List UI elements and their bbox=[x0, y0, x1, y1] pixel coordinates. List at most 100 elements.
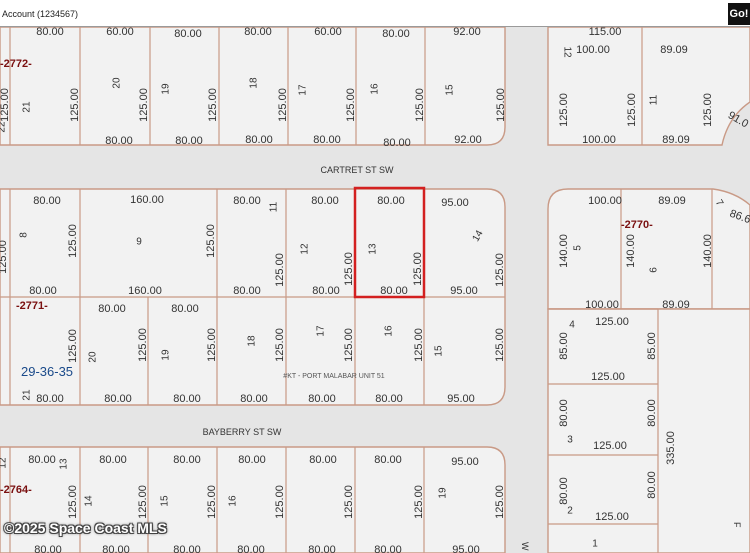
dimension-r2-side-6: 125.00 bbox=[413, 328, 425, 362]
lot-r2-16: 16 bbox=[384, 325, 395, 337]
dimension-r0-side-6: 125.00 bbox=[345, 88, 357, 122]
dimension-e2-side-1: 85.00 bbox=[558, 332, 570, 360]
dimension-e2-side-4: 80.00 bbox=[646, 399, 658, 427]
dimension-r1-side-6: 125.00 bbox=[412, 252, 424, 286]
lot-r1-12: 12 bbox=[300, 243, 311, 255]
street-bayberry: BAYBERRY ST SW bbox=[203, 427, 282, 437]
dimension-r0-top-5: 60.00 bbox=[314, 27, 342, 38]
dimension-r1-side-5: 125.00 bbox=[343, 252, 355, 286]
lot-e0-11: 11 bbox=[649, 94, 660, 105]
block-label-2771: -2771- bbox=[16, 300, 48, 312]
dimension-e0-side-2: 125.00 bbox=[626, 93, 638, 127]
dimension-r1-side-3: 125.00 bbox=[205, 224, 217, 258]
dimension-e2-mid-3: 125.00 bbox=[595, 511, 629, 523]
dimension-e2-long: 335.00 bbox=[665, 431, 677, 465]
dimension-r3-side-4: 125.00 bbox=[274, 485, 286, 519]
dimension-e1-side-2: 140.00 bbox=[625, 234, 637, 268]
lot-r2-20: 20 bbox=[88, 351, 99, 363]
lot-e2-2: 2 bbox=[567, 506, 573, 517]
dimension-r1-top-6: 95.00 bbox=[441, 197, 469, 209]
lot-r3-13: 13 bbox=[59, 458, 70, 470]
street-vertical-partial: W SW bbox=[520, 542, 530, 553]
dimension-r2-bot-5: 80.00 bbox=[308, 393, 336, 405]
dimension-r0-top-3: 80.00 bbox=[174, 28, 202, 40]
dimension-r2-side-2: 125.00 bbox=[137, 328, 149, 362]
dimension-r0-side-8: 125.00 bbox=[495, 88, 507, 122]
dimension-e1-bot-1: 100.00 bbox=[585, 299, 619, 311]
dimension-e0-top-1: 100.00 bbox=[576, 44, 610, 56]
lot-e1-5: 5 bbox=[573, 245, 584, 251]
dimension-r1-side-7: 125.00 bbox=[494, 253, 506, 287]
dimension-r3-side-5: 125.00 bbox=[343, 485, 355, 519]
dimension-r1-top-5: 80.00 bbox=[377, 195, 405, 207]
dimension-r3-side-1: 125.00 bbox=[67, 485, 79, 519]
dimension-r1-side-1: 125.00 bbox=[0, 240, 9, 274]
lot-e1-6: 6 bbox=[649, 267, 660, 273]
go-button[interactable]: Go! bbox=[728, 3, 750, 25]
dimension-r2-bot-2: 80.00 bbox=[104, 393, 132, 405]
dimension-r2-bot-3: 80.00 bbox=[173, 393, 201, 405]
dimension-r1-top-1: 80.00 bbox=[33, 195, 61, 207]
dimension-r1-bot-5: 80.00 bbox=[380, 285, 408, 297]
dimension-r1-bot-1: 80.00 bbox=[29, 285, 57, 297]
lot-e2-3: 3 bbox=[567, 435, 573, 446]
lot-r0-21: 21 bbox=[22, 101, 33, 113]
lot-r0-16: 16 bbox=[370, 83, 381, 95]
section-reference: 29-36-35 bbox=[21, 364, 73, 379]
dimension-r3-side-3: 125.00 bbox=[206, 485, 218, 519]
dimension-e2-side-6: 80.00 bbox=[646, 471, 658, 499]
dimension-r2-side-5: 125.00 bbox=[343, 328, 355, 362]
dimension-r2-bot-6: 80.00 bbox=[375, 393, 403, 405]
dimension-e1-top-1: 100.00 bbox=[588, 195, 622, 207]
dimension-r2-bot-4: 80.00 bbox=[240, 393, 268, 405]
dimension-r3-top-2: 80.00 bbox=[99, 454, 127, 466]
block-label-2770: -2770- bbox=[621, 219, 653, 231]
lot-r3-12: 12 bbox=[0, 457, 9, 469]
lot-r2-19: 19 bbox=[161, 349, 172, 361]
dimension-r0-top-8: 115.00 bbox=[589, 27, 622, 38]
dimension-r1-bot-2: 160.00 bbox=[128, 285, 162, 297]
dimension-e0-bot-2: 89.09 bbox=[662, 134, 690, 146]
street-cartret: CARTRET ST SW bbox=[320, 165, 394, 175]
dimension-r3-side-7: 125.00 bbox=[494, 485, 506, 519]
dimension-r0-bot-2: 80.00 bbox=[175, 135, 203, 147]
dimension-e1-bot-2: 89.09 bbox=[662, 299, 690, 311]
dimension-r1-top-4: 80.00 bbox=[311, 195, 339, 207]
lot-r0-22: 22 bbox=[0, 121, 8, 133]
dimension-r3-bot-7: 95.00 bbox=[452, 544, 480, 553]
lot-r1-8: 8 bbox=[19, 232, 30, 238]
parcel-map[interactable]: CARTRET ST SW BAYBERRY ST SW W SW F -277… bbox=[0, 27, 750, 553]
lot-e2-4: 4 bbox=[569, 320, 575, 331]
dimension-r1-top-3: 80.00 bbox=[233, 195, 261, 207]
dimension-r1-side-2: 125.00 bbox=[67, 224, 79, 258]
lot-r3-15: 15 bbox=[160, 495, 171, 507]
lot-r1-11: 11 bbox=[269, 201, 280, 212]
dimension-r0-side-5: 125.00 bbox=[277, 88, 289, 122]
dimension-r3-bot-6: 80.00 bbox=[374, 544, 402, 553]
dimension-r0-side-3: 125.00 bbox=[138, 88, 150, 122]
dimension-r2-side-4: 125.00 bbox=[274, 328, 286, 362]
dimension-r0-bot-1: 80.00 bbox=[105, 135, 133, 147]
dimension-r3-bot-2: 80.00 bbox=[102, 544, 130, 553]
lot-r1-9: 9 bbox=[136, 237, 142, 248]
dimension-e2-mid-2: 125.00 bbox=[593, 440, 627, 452]
dimension-r3-bot-1: 80.00 bbox=[34, 544, 62, 553]
dimension-e1-side-1: 140.00 bbox=[558, 234, 570, 268]
dimension-r3-top-4: 80.00 bbox=[238, 454, 266, 466]
dimension-r1-bot-4: 80.00 bbox=[312, 285, 340, 297]
dimension-r0-top-2: 60.00 bbox=[106, 27, 134, 38]
block-label-2764: -2764- bbox=[0, 484, 32, 496]
dimension-r3-side-2: 125.00 bbox=[137, 485, 149, 519]
dimension-r3-bot-3: 80.00 bbox=[173, 544, 201, 553]
lot-r0-17: 17 bbox=[298, 84, 309, 96]
dimension-r3-top-7: 95.00 bbox=[451, 456, 479, 468]
lot-r1-13: 13 bbox=[368, 243, 379, 255]
dimension-e2-mid-1: 125.00 bbox=[591, 371, 625, 383]
dimension-e0-bot-1: 100.00 bbox=[582, 134, 616, 146]
copyright-notice: ©2025 Space Coast MLS bbox=[4, 520, 167, 536]
lot-r0-18: 18 bbox=[249, 77, 260, 89]
dimension-r0-bot-5: 80.00 bbox=[383, 137, 411, 149]
lot-r0-19: 19 bbox=[161, 83, 172, 95]
dimension-r2-side-3: 125.00 bbox=[206, 328, 218, 362]
account-search-label[interactable]: Account (1234567) bbox=[2, 9, 78, 19]
